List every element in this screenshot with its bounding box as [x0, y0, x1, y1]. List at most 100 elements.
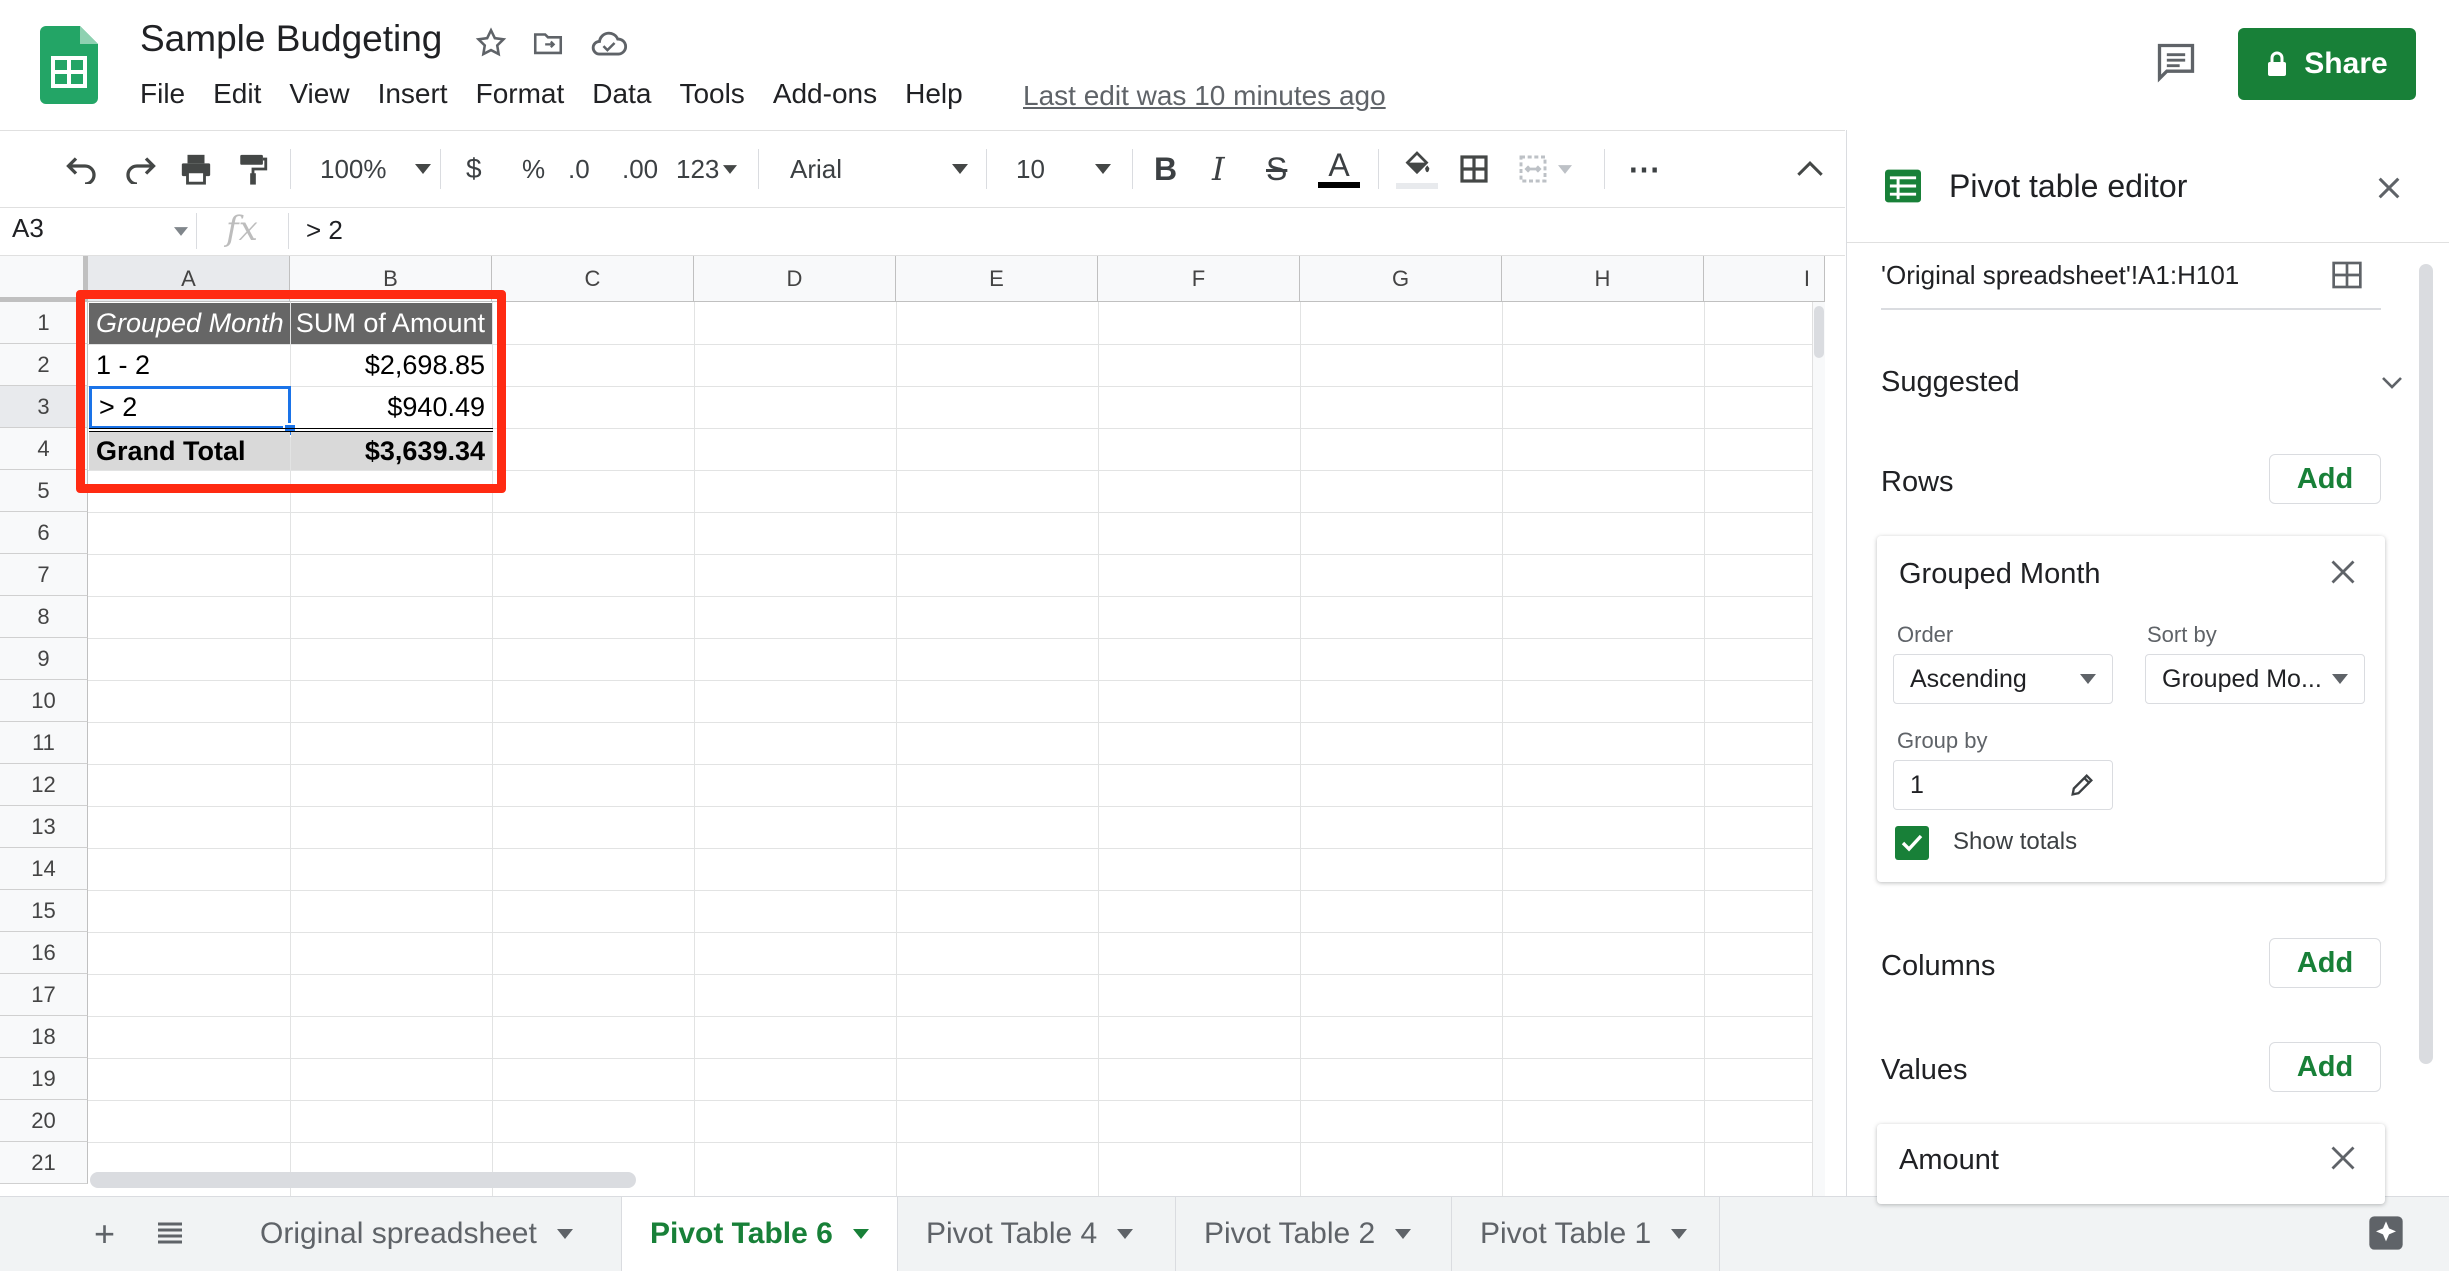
- print-icon[interactable]: [178, 131, 214, 207]
- comments-icon[interactable]: [2154, 40, 2198, 84]
- menu-insert[interactable]: Insert: [378, 78, 448, 110]
- row-header[interactable]: 21: [0, 1142, 88, 1184]
- select-all-corner[interactable]: [0, 256, 88, 302]
- more-tools-button[interactable]: ⋯: [1628, 131, 1660, 207]
- sheets-logo-icon[interactable]: [40, 26, 98, 104]
- collapse-menu-icon[interactable]: [1796, 131, 1824, 207]
- paint-format-icon[interactable]: [236, 131, 270, 207]
- last-edit-link[interactable]: Last edit was 10 minutes ago: [1023, 80, 1386, 112]
- menu-edit[interactable]: Edit: [213, 78, 261, 110]
- panel-scrollbar[interactable]: [2419, 264, 2433, 1064]
- currency-format-button[interactable]: $: [466, 131, 482, 207]
- undo-icon[interactable]: [64, 131, 100, 207]
- star-icon[interactable]: [474, 26, 508, 60]
- row-header[interactable]: 20: [0, 1100, 88, 1142]
- row-header[interactable]: 5: [0, 470, 88, 512]
- remove-value-field-icon[interactable]: [2329, 1144, 2357, 1172]
- menu-tools[interactable]: Tools: [679, 78, 744, 110]
- sort-by-select[interactable]: Grouped Mo...: [2145, 654, 2365, 704]
- sheet-tab-pivot-table-4[interactable]: Pivot Table 4: [898, 1197, 1176, 1271]
- menu-data[interactable]: Data: [592, 78, 651, 110]
- sheet-tab-pivot-table-1[interactable]: Pivot Table 1: [1452, 1197, 1720, 1271]
- all-sheets-icon[interactable]: [156, 1221, 184, 1245]
- suggested-section[interactable]: Suggested: [1881, 366, 2020, 399]
- row-header[interactable]: 7: [0, 554, 88, 596]
- select-range-grid-icon[interactable]: [2331, 260, 2363, 290]
- italic-button[interactable]: I: [1212, 131, 1225, 207]
- add-rows-button[interactable]: Add: [2269, 454, 2381, 504]
- sheet-tab-pivot-table-6[interactable]: Pivot Table 6: [622, 1197, 898, 1271]
- redo-icon[interactable]: [122, 131, 158, 207]
- row-header[interactable]: 4: [0, 428, 88, 470]
- font-value: Arial: [790, 153, 843, 184]
- row-header[interactable]: 13: [0, 806, 88, 848]
- sheet-tab-original-spreadsheet[interactable]: Original spreadsheet: [232, 1197, 622, 1271]
- menu-file[interactable]: File: [140, 78, 185, 110]
- menu-addons[interactable]: Add-ons: [773, 78, 877, 110]
- horizontal-scrollbar[interactable]: [90, 1172, 636, 1188]
- add-sheet-button[interactable]: +: [94, 1213, 115, 1255]
- column-header-i[interactable]: I: [1704, 256, 1825, 302]
- borders-icon[interactable]: [1458, 131, 1490, 207]
- row-header[interactable]: 19: [0, 1058, 88, 1100]
- column-header-c[interactable]: C: [492, 256, 694, 302]
- menu-format[interactable]: Format: [476, 78, 565, 110]
- more-formats-button[interactable]: 123: [676, 131, 738, 207]
- row-header[interactable]: 2: [0, 344, 88, 386]
- strikethrough-button[interactable]: S: [1266, 131, 1287, 207]
- move-folder-icon[interactable]: [530, 26, 566, 60]
- close-panel-icon[interactable]: [2375, 174, 2403, 202]
- percent-format-button[interactable]: %: [522, 131, 545, 207]
- add-columns-button[interactable]: Add: [2269, 938, 2381, 988]
- remove-row-field-icon[interactable]: [2329, 558, 2357, 586]
- chevron-down-icon[interactable]: [2381, 376, 2403, 390]
- zoom-select[interactable]: 100%: [320, 131, 431, 207]
- row-header[interactable]: 12: [0, 764, 88, 806]
- row-header[interactable]: 9: [0, 638, 88, 680]
- cloud-status-icon[interactable]: [590, 28, 628, 58]
- row-header[interactable]: 15: [0, 890, 88, 932]
- column-header-f[interactable]: F: [1098, 256, 1300, 302]
- bold-button[interactable]: B: [1154, 131, 1177, 207]
- fill-color-icon[interactable]: [1396, 131, 1438, 207]
- menu-view[interactable]: View: [289, 78, 349, 110]
- lock-icon: [2266, 51, 2288, 77]
- row-header[interactable]: 14: [0, 848, 88, 890]
- column-header-g[interactable]: G: [1300, 256, 1502, 302]
- text-color-button[interactable]: A: [1318, 131, 1360, 207]
- font-size-select[interactable]: 10: [1016, 131, 1111, 207]
- share-button[interactable]: Share: [2238, 28, 2416, 100]
- row-header[interactable]: 17: [0, 974, 88, 1016]
- panel-title: Pivot table editor: [1949, 168, 2188, 204]
- row-header[interactable]: 8: [0, 596, 88, 638]
- formula-input[interactable]: > 2: [306, 215, 343, 246]
- group-by-input[interactable]: 1: [1893, 760, 2113, 810]
- font-select[interactable]: Arial: [790, 131, 969, 207]
- row-header[interactable]: 1: [0, 302, 88, 344]
- increase-decimal-button[interactable]: .00: [622, 131, 658, 207]
- row-header[interactable]: 18: [0, 1016, 88, 1058]
- sheet-tab-pivot-table-2[interactable]: Pivot Table 2: [1176, 1197, 1452, 1271]
- column-header-d[interactable]: D: [694, 256, 896, 302]
- name-box-dropdown-icon[interactable]: [174, 227, 188, 236]
- name-box[interactable]: A3: [12, 213, 44, 244]
- column-header-e[interactable]: E: [896, 256, 1098, 302]
- menu-help[interactable]: Help: [905, 78, 963, 110]
- add-values-button[interactable]: Add: [2269, 1042, 2381, 1092]
- vertical-scrollbar[interactable]: [1814, 306, 1824, 358]
- explore-icon[interactable]: [2366, 1213, 2406, 1253]
- document-title[interactable]: Sample Budgeting: [140, 18, 442, 60]
- formula-bar: A3 fx > 2: [0, 207, 1845, 256]
- row-header[interactable]: 11: [0, 722, 88, 764]
- row-header[interactable]: 3: [0, 386, 88, 428]
- column-header-h[interactable]: H: [1502, 256, 1704, 302]
- decrease-decimal-button[interactable]: .0: [568, 131, 590, 207]
- data-range-field[interactable]: 'Original spreadsheet'!A1:H101: [1881, 260, 2239, 291]
- row-header[interactable]: 6: [0, 512, 88, 554]
- row-header[interactable]: 10: [0, 680, 88, 722]
- order-select[interactable]: Ascending: [1893, 654, 2113, 704]
- merge-cells-icon[interactable]: [1516, 131, 1572, 207]
- row-header[interactable]: 16: [0, 932, 88, 974]
- pencil-icon[interactable]: [2068, 771, 2096, 799]
- show-totals-checkbox[interactable]: [1895, 826, 1929, 860]
